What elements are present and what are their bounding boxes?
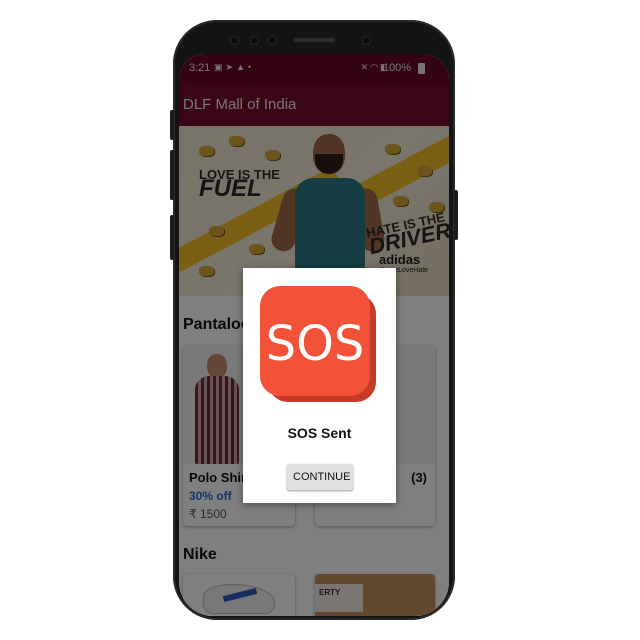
dialog-title: SOS Sent	[287, 425, 352, 441]
continue-button[interactable]: CONTINUE	[287, 464, 353, 490]
side-button	[170, 110, 174, 140]
sensor-icon	[251, 37, 258, 44]
power-button	[454, 190, 458, 240]
sos-logo-icon: SOS	[260, 286, 376, 402]
sensor-icon	[269, 37, 276, 44]
front-camera-icon	[363, 37, 370, 44]
sos-dialog: SOS SOS Sent CONTINUE	[243, 268, 396, 503]
volume-up-button	[170, 150, 174, 200]
sos-logo-text: SOS	[266, 316, 365, 372]
sensor-icon	[231, 37, 238, 44]
volume-down-button	[170, 215, 174, 260]
phone-top-bezel	[173, 30, 455, 52]
earpiece-speaker	[293, 38, 335, 42]
